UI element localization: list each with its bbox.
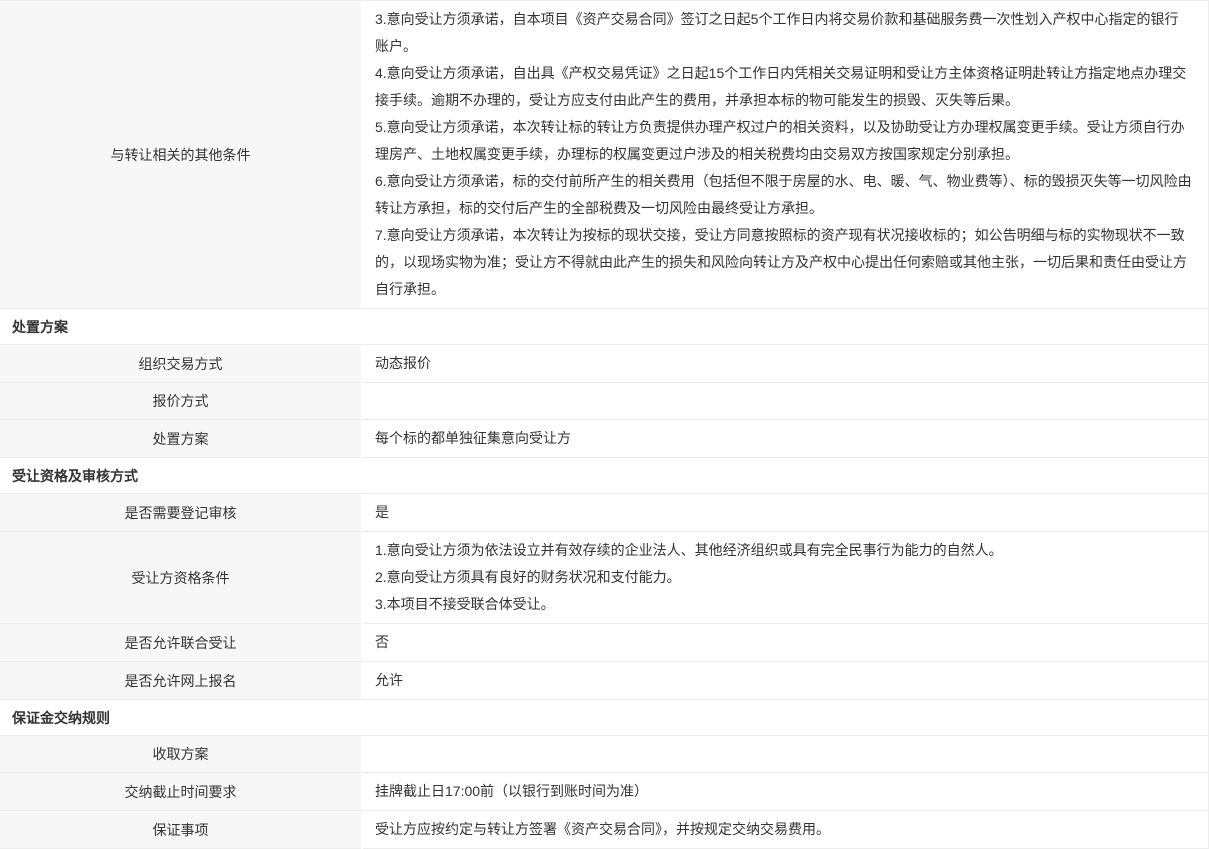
row-value: 是 <box>363 494 1208 532</box>
row-value: 否 <box>363 624 1208 662</box>
table-row: 报价方式 <box>0 383 1208 420</box>
row-label: 是否允许联合受让 <box>0 624 361 662</box>
row-label: 是否需要登记审核 <box>0 494 361 532</box>
table-row: 保证事项受让方应按约定与转让方签署《资产交易合同》，并按规定交纳交易费用。 <box>0 811 1208 849</box>
row-label: 保证事项 <box>0 811 361 849</box>
row-label: 受让方资格条件 <box>0 532 361 624</box>
section-header: 处置方案 <box>0 309 1208 345</box>
row-value-paragraph: 受让方应按约定与转让方签署《资产交易合同》，并按规定交纳交易费用。 <box>375 816 1192 843</box>
row-label: 报价方式 <box>0 383 361 420</box>
row-value <box>363 383 1208 420</box>
row-value-paragraph: 是 <box>375 499 1192 526</box>
section-header: 受让资格及审核方式 <box>0 458 1208 494</box>
row-value-paragraph: 5.意向受让方须承诺，本次转让标的转让方负责提供办理产权过户的相关资料，以及协助… <box>375 114 1192 168</box>
row-label: 处置方案 <box>0 420 361 458</box>
row-label: 组织交易方式 <box>0 345 361 383</box>
row-label: 与转让相关的其他条件 <box>0 1 361 309</box>
table-row: 是否需要登记审核是 <box>0 494 1208 532</box>
row-value-paragraph: 挂牌截止日17:00前（以银行到账时间为准） <box>375 778 1192 805</box>
section-header: 保证金交纳规则 <box>0 700 1208 736</box>
row-value-paragraph: 6.意向受让方须承诺，标的交付前所产生的相关费用（包括但不限于房屋的水、电、暖、… <box>375 168 1192 222</box>
row-label: 是否允许网上报名 <box>0 662 361 700</box>
row-value-paragraph: 2.意向受让方须具有良好的财务状况和支付能力。 <box>375 564 1192 591</box>
row-value-paragraph: 否 <box>375 629 1192 656</box>
table-row: 收取方案 <box>0 736 1208 773</box>
row-value-paragraph: 7.意向受让方须承诺，本次转让为按标的现状交接，受让方同意按照标的资产现有状况接… <box>375 222 1192 303</box>
row-value-paragraph: 3.本项目不接受联合体受让。 <box>375 591 1192 618</box>
row-value-paragraph: 允许 <box>375 667 1192 694</box>
row-value: 受让方应按约定与转让方签署《资产交易合同》，并按规定交纳交易费用。 <box>363 811 1208 849</box>
row-value-paragraph: 每个标的都单独征集意向受让方 <box>375 425 1192 452</box>
row-value: 允许 <box>363 662 1208 700</box>
row-label: 收取方案 <box>0 736 361 773</box>
table-row: 与转让相关的其他条件 3.意向受让方须承诺，自本项目《资产交易合同》签订之日起5个… <box>0 1 1208 309</box>
row-value-paragraph: 4.意向受让方须承诺，自出具《产权交易凭证》之日起15个工作日内凭相关交易证明和… <box>375 60 1192 114</box>
row-value: 动态报价 <box>363 345 1208 383</box>
row-label: 交纳截止时间要求 <box>0 773 361 811</box>
row-value <box>363 736 1208 773</box>
row-value: 每个标的都单独征集意向受让方 <box>363 420 1208 458</box>
row-value-paragraph: 动态报价 <box>375 350 1192 377</box>
transaction-detail-table: 与转让相关的其他条件 3.意向受让方须承诺，自本项目《资产交易合同》签订之日起5个… <box>0 0 1209 849</box>
table-row: 组织交易方式动态报价 <box>0 345 1208 383</box>
table-row: 是否允许联合受让否 <box>0 624 1208 662</box>
table-row: 交纳截止时间要求挂牌截止日17:00前（以银行到账时间为准） <box>0 773 1208 811</box>
table-row: 受让方资格条件 1.意向受让方须为依法设立并有效存续的企业法人、其他经济组织或具有… <box>0 532 1208 624</box>
row-value-paragraph: 3.意向受让方须承诺，自本项目《资产交易合同》签订之日起5个工作日内将交易价款和… <box>375 6 1192 60</box>
table-row: 是否允许网上报名允许 <box>0 662 1208 700</box>
row-value-paragraph: 1.意向受让方须为依法设立并有效存续的企业法人、其他经济组织或具有完全民事行为能… <box>375 537 1192 564</box>
row-value: 3.意向受让方须承诺，自本项目《资产交易合同》签订之日起5个工作日内将交易价款和… <box>363 1 1208 309</box>
row-value: 挂牌截止日17:00前（以银行到账时间为准） <box>363 773 1208 811</box>
row-value: 1.意向受让方须为依法设立并有效存续的企业法人、其他经济组织或具有完全民事行为能… <box>363 532 1208 624</box>
table-row: 处置方案每个标的都单独征集意向受让方 <box>0 420 1208 458</box>
